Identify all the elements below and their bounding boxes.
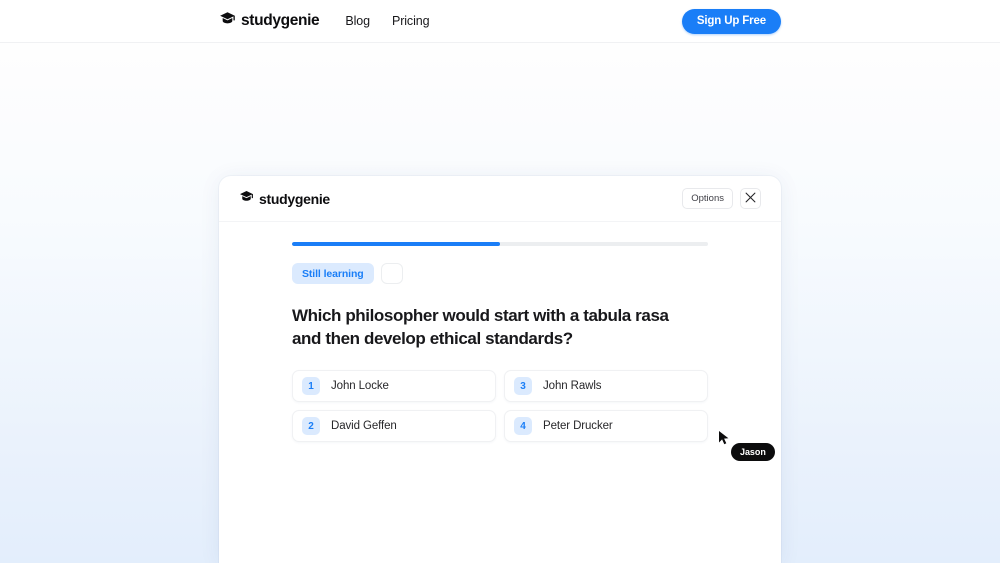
- answer-label: John Locke: [331, 380, 389, 393]
- status-row: Still learning: [292, 263, 708, 284]
- nav-link-blog[interactable]: Blog: [345, 14, 370, 28]
- card-header: studygenie Options: [219, 176, 781, 222]
- nav-link-pricing[interactable]: Pricing: [392, 14, 430, 28]
- answer-label: John Rawls: [543, 380, 602, 393]
- answer-label: Peter Drucker: [543, 420, 613, 433]
- card-logo-text: studygenie: [259, 190, 330, 207]
- answer-number-badge: 4: [514, 417, 532, 436]
- quiz-app-card: studygenie Options Still learning Which …: [219, 176, 781, 563]
- answer-option-4[interactable]: 4 Peter Drucker: [504, 410, 708, 443]
- status-empty-slot[interactable]: [380, 263, 403, 284]
- answer-option-3[interactable]: 3 John Rawls: [504, 370, 708, 403]
- site-logo-link[interactable]: studygenie: [219, 10, 320, 32]
- quiz-progress-bar: [292, 242, 708, 246]
- sign-up-free-button[interactable]: Sign Up Free: [681, 8, 781, 34]
- card-logo[interactable]: studygenie: [239, 189, 330, 209]
- answer-options-grid: 1 John Locke 3 John Rawls 2 David Geffen…: [292, 370, 708, 443]
- status-badge-still-learning[interactable]: Still learning: [292, 263, 374, 284]
- quiz-progress-fill: [292, 242, 500, 246]
- answer-option-2[interactable]: 2 David Geffen: [292, 410, 496, 443]
- answer-label: David Geffen: [331, 420, 397, 433]
- card-header-actions: Options: [682, 188, 761, 209]
- graduation-cap-icon: [219, 10, 236, 32]
- close-icon: [745, 191, 756, 206]
- graduation-cap-icon: [239, 189, 254, 209]
- card-body: Still learning Which philosopher would s…: [219, 222, 781, 443]
- site-logo-text: studygenie: [241, 12, 320, 29]
- answer-number-badge: 3: [514, 377, 532, 396]
- top-navigation-bar: studygenie Blog Pricing Sign Up Free: [0, 0, 1000, 43]
- nav-inner-container: studygenie Blog Pricing Sign Up Free: [219, 0, 781, 43]
- primary-nav-links: Blog Pricing: [345, 14, 429, 28]
- options-button[interactable]: Options: [682, 188, 733, 209]
- answer-number-badge: 1: [302, 377, 320, 396]
- answer-number-badge: 2: [302, 417, 320, 436]
- answer-option-1[interactable]: 1 John Locke: [292, 370, 496, 403]
- quiz-question-text: Which philosopher would start with a tab…: [292, 306, 669, 349]
- close-button[interactable]: [740, 188, 761, 209]
